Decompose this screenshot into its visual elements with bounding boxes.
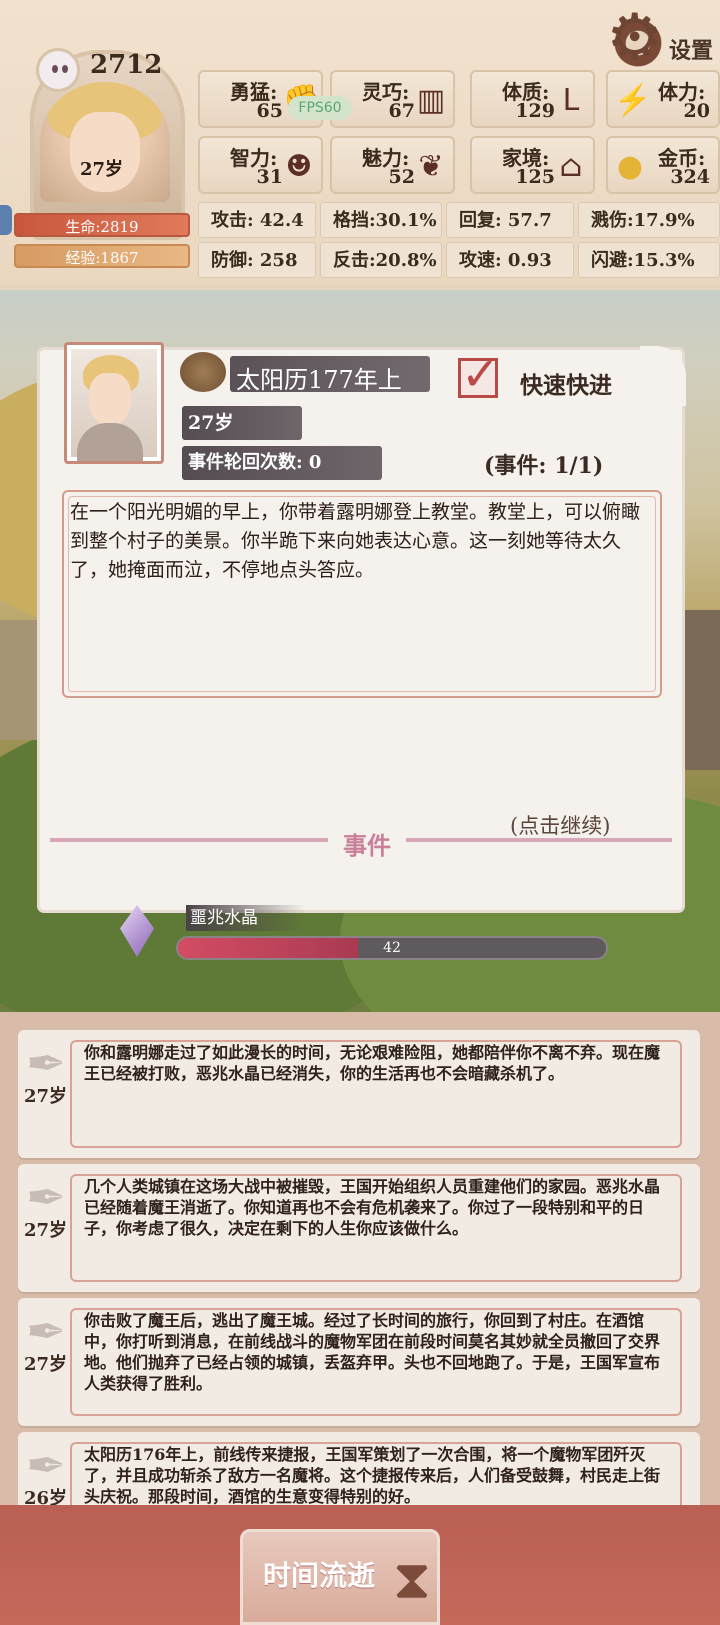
stat-value: 65 [256,100,283,122]
exp-bar: 经验:1867 [14,244,190,268]
side-tab[interactable] [0,205,12,235]
combat-stat: 反击:20.8% [320,242,442,278]
character-portrait[interactable] [40,82,170,202]
score-value: 2712 [90,50,163,80]
stat-constitution[interactable]: 体质: 129 ᒪ [470,70,595,128]
arm-icon: ᒪ [562,83,580,118]
face [89,373,131,425]
combat-stat: 格挡:30.1% [320,202,442,238]
log-age: 27岁 [24,1086,68,1107]
quick-forward-checkbox[interactable] [458,347,500,401]
log-entry: ✒ 27岁 几个人类城镇在这场大战中被摧毁，王国开始组织人员重建他们的家园。恶兆… [18,1164,700,1292]
rose-icon: ❦ [418,149,444,184]
log-entry: ✒ 26岁 太阳历176年上，前线传来捷报，王国军策划了一次合围，将一个魔物军团… [18,1432,700,1505]
event-cycle: 事件轮回次数: 0 [182,446,382,480]
stat-charm[interactable]: 魅力: 52 ❦ [330,136,455,194]
log-age: 26岁 [24,1488,68,1505]
stat-value: 324 [670,166,710,188]
house-icon: ⌂ [559,149,583,184]
event-date: 太阳历177年上 [236,366,402,394]
combat-stat: 溅伤:17.9% [578,202,720,238]
seed-icon [180,352,226,392]
bottom-bar: 时间流逝 ⧗ [0,1505,720,1625]
log-age: 27岁 [24,1220,68,1241]
stat-gold[interactable]: ● 金币: 324 [606,136,720,194]
event-story: 在一个阳光明媚的早上，你带着露明娜登上教堂。教堂上，可以俯瞰到整个村子的美景。你… [70,501,641,581]
combat-stat: 回复: 57.7 [446,202,574,238]
stat-value: 125 [515,166,555,188]
stat-value: 31 [256,166,283,188]
gear-icon [606,1,666,75]
settings-button[interactable]: 设置 [606,1,720,75]
event-log[interactable]: ✒ 27岁 你和露明娜走过了如此漫长的时间，无论艰难险阻，她都陪伴你不离不弃。现… [0,1012,720,1505]
log-text: 太阳历176年上，前线传来捷报，王国军策划了一次合围，将一个魔物军团歼灭了，并且… [84,1445,661,1505]
continue-button[interactable]: (点击继续) [510,810,610,840]
ghost-icon [36,48,80,92]
status-panel: 设置 2712 27岁 生命:2819 经验:1867 勇猛: 65 ✊ 灵巧:… [0,0,720,285]
log-age: 27岁 [24,1354,68,1375]
event-dialog[interactable]: 太阳历177年上 快速快进 27岁 事件轮回次数: 0 (事件: 1/1) 在一… [40,342,686,910]
crystal-progress: 42 [176,936,608,960]
log-text: 你击败了魔王后，逃出了魔王城。经过了长时间的旅行，你回到了村庄。在酒馆中，你打听… [84,1311,661,1393]
brain-icon: ☻ [285,149,313,184]
time-pass-button[interactable]: 时间流逝 ⧗ [240,1529,440,1625]
combat-stat: 闪避:15.3% [578,242,720,278]
quick-forward-label[interactable]: 快速快进 [520,366,612,400]
event-portrait [64,342,164,464]
character-age: 27岁 [80,159,124,180]
time-pass-label: 时间流逝 [263,1559,376,1592]
stat-stamina[interactable]: ⚡ 体力: 20 [606,70,720,128]
event-age: 27岁 [182,406,302,440]
log-entry: ✒ 27岁 你和露明娜走过了如此漫长的时间，无论艰难险阻，她都陪伴你不离不弃。现… [18,1030,700,1158]
lightning-icon: ⚡ [614,83,652,118]
fps-counter: FPS60 [288,96,352,120]
stat-value: 67 [388,100,415,122]
event-count: (事件: 1/1) [484,453,604,479]
life-bar: 生命:2819 [14,213,190,237]
stat-intelligence[interactable]: 智力: 31 ☻ [198,136,323,194]
event-title: 事件 [328,826,406,861]
log-entry: ✒ 27岁 你击败了魔王后，逃出了魔王城。经过了长时间的旅行，你回到了村庄。在酒… [18,1298,700,1426]
combat-stats: 攻击: 42.4 格挡:30.1% 回复: 57.7 溅伤:17.9% 防御: … [198,202,720,282]
cloak-icon: ▥ [416,83,446,118]
combat-stat: 攻速: 0.93 [446,242,574,278]
crystal-name: 噩兆水晶 [186,905,306,931]
log-text: 几个人类城镇在这场大战中被摧毁，王国开始组织人员重建他们的家园。恶兆水晶已经随着… [84,1177,661,1238]
stat-value: 52 [388,166,415,188]
combat-stat: 防御: 258 [198,242,316,278]
stat-value: 20 [683,100,710,122]
coin-icon: ● [616,149,644,184]
crystal-value: 42 [383,940,401,956]
combat-stat: 攻击: 42.4 [198,202,316,238]
log-text: 你和露明娜走过了如此漫长的时间，无论艰难险阻，她都陪伴你不离不弃。现在魔王已经被… [84,1043,661,1083]
stat-value: 129 [515,100,555,122]
stat-family[interactable]: 家境: 125 ⌂ [470,136,595,194]
settings-label: 设置 [665,33,718,65]
hourglass-icon: ⧗ [393,1548,431,1611]
